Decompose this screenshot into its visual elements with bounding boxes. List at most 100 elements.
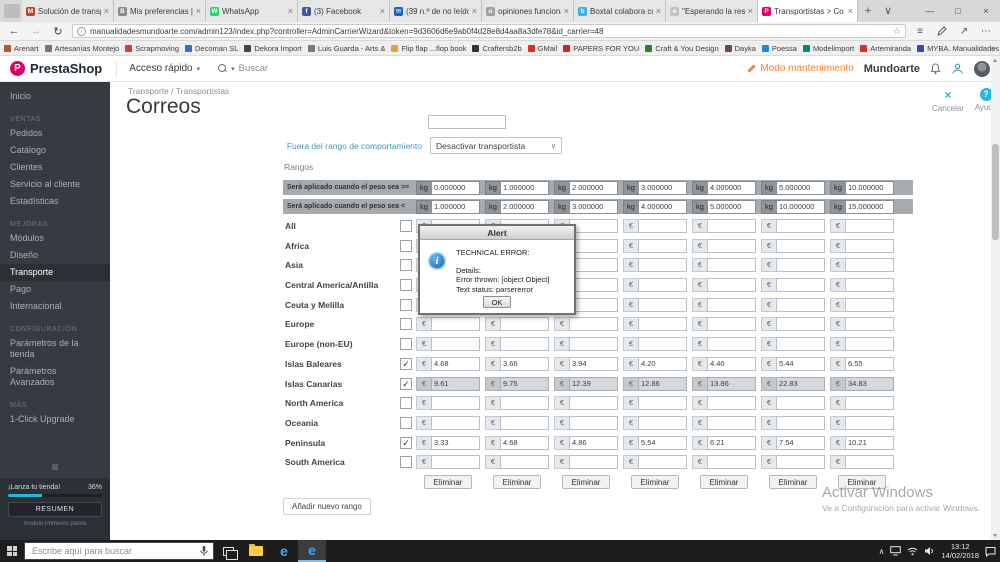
tab-close-icon[interactable]: × [196,6,201,16]
zone-checkbox[interactable] [400,298,412,311]
tab-close-icon[interactable]: × [848,6,853,16]
bookmark-item[interactable]: Poessa [761,44,797,53]
maximize-button[interactable]: □ [944,0,972,22]
zone-price-input[interactable] [500,337,549,352]
zone-checkbox[interactable]: ✓ [400,357,412,370]
zone-price-input[interactable] [845,396,894,411]
zone-checkbox[interactable] [400,259,412,272]
zone-price-input[interactable] [431,396,480,411]
taskbar-search-input[interactable] [25,546,200,556]
zone-price-input[interactable] [707,356,756,371]
range-weight-input[interactable] [569,199,618,214]
site-info-icon[interactable]: i [77,26,86,36]
zone-price-input[interactable] [845,219,894,233]
bookmark-item[interactable]: Dayka [724,44,756,53]
range-weight-input[interactable] [776,199,825,214]
zone-price-input[interactable] [569,455,618,470]
sidebar-item-módulos[interactable]: Módulos [0,230,110,247]
zone-price-input[interactable] [707,376,756,391]
zone-price-input[interactable] [707,219,756,233]
back-button[interactable]: ← [6,25,22,37]
admin-search[interactable]: ▾ [218,63,359,74]
sidebar-collapse-icon[interactable]: ≡ [0,460,110,474]
bookmark-item[interactable]: Arenart [4,44,39,53]
tray-chevron-icon[interactable]: ∧ [879,547,885,556]
bookmark-item[interactable]: Scrapmoving [125,44,179,53]
bookmark-item[interactable]: Flip flap ...flop book [391,44,466,53]
sidebar-item-clientes[interactable]: Clientes [0,159,110,176]
clipped-form-input[interactable] [428,115,506,129]
zone-price-input[interactable] [569,317,618,332]
search-scope-caret-icon[interactable]: ▾ [231,65,235,73]
sidebar-item-parámetros-avanzados[interactable]: Parámetros Avanzados [0,363,110,391]
zone-price-input[interactable] [569,278,618,293]
zone-price-input[interactable] [569,258,618,273]
set-aside-tabs-icon[interactable] [4,4,20,18]
tab-close-icon[interactable]: × [288,6,293,16]
zone-price-input[interactable] [638,278,687,293]
zone-price-input[interactable] [776,297,825,312]
zone-price-input[interactable] [569,376,618,391]
zone-price-input[interactable] [569,435,618,450]
add-range-button[interactable]: Añadir nuevo rango [283,498,371,516]
zone-price-input[interactable] [707,258,756,273]
zone-price-input[interactable] [638,238,687,253]
zone-price-input[interactable] [776,238,825,253]
browser-tab[interactable]: bBoxtal colabora con Pre× [574,0,666,22]
delete-range-button[interactable]: Eliminar [493,475,541,490]
zone-price-input[interactable] [845,258,894,273]
sidebar-item-estadísticas[interactable]: Estadísticas [0,193,110,210]
zone-checkbox[interactable] [400,338,412,351]
zone-price-input[interactable] [500,376,549,391]
bookmark-item[interactable]: Luis Guarda - Arts & [307,44,385,53]
zone-price-input[interactable] [569,396,618,411]
bookmark-item[interactable]: MYBA. Manualidades [917,44,999,53]
range-weight-input[interactable] [431,180,480,195]
zone-price-input[interactable] [776,317,825,332]
zone-price-input[interactable] [638,396,687,411]
range-weight-input[interactable] [845,180,894,195]
url-input[interactable] [90,26,889,36]
delete-range-button[interactable]: Eliminar [562,475,610,490]
zone-price-input[interactable] [638,219,687,233]
monitor-icon[interactable] [890,546,902,556]
range-weight-input[interactable] [707,180,756,195]
zone-price-input[interactable] [431,435,480,450]
avatar[interactable] [974,60,990,77]
range-weight-input[interactable] [569,180,618,195]
tab-close-icon[interactable]: × [380,6,385,16]
bookmark-item[interactable]: Craft & You Design [645,44,719,53]
notifications-bell-icon[interactable] [930,62,941,75]
zone-price-input[interactable] [500,435,549,450]
zone-price-input[interactable] [638,297,687,312]
taskbar-clock[interactable]: 13:12 14/02/2018 [941,542,979,560]
out-of-range-select[interactable]: Desactivar transportista ∨ [430,137,562,154]
share-icon[interactable]: ↗ [956,26,972,37]
tab-close-icon[interactable]: × [104,6,109,16]
zone-price-input[interactable] [845,337,894,352]
sidebar-item-pedidos[interactable]: Pedidos [0,125,110,142]
minimize-button[interactable]: — [916,0,944,22]
sidebar-item-parámetros-de-la-tienda[interactable]: Parámetros de la tienda [0,335,110,363]
zone-price-input[interactable] [431,415,480,430]
zone-price-input[interactable] [638,337,687,352]
bookmark-item[interactable]: Craftersb2b [472,44,522,53]
delete-range-button[interactable]: Eliminar [424,475,472,490]
zone-price-input[interactable] [845,415,894,430]
sidebar-item-servicio-al-cliente[interactable]: Servicio al cliente [0,176,110,193]
delete-range-button[interactable]: Eliminar [631,475,679,490]
delete-range-button[interactable]: Eliminar [700,475,748,490]
zone-price-input[interactable] [707,278,756,293]
zone-price-input[interactable] [500,396,549,411]
range-weight-input[interactable] [707,199,756,214]
zone-price-input[interactable] [638,317,687,332]
zone-price-input[interactable] [776,396,825,411]
maintenance-mode-link[interactable]: Modo mantenimiento [747,63,854,74]
range-weight-input[interactable] [431,199,480,214]
bookmark-item[interactable]: Decoman SL [185,44,238,53]
forward-button[interactable]: → [28,25,44,37]
zone-price-input[interactable] [845,455,894,470]
action-center-icon[interactable] [985,546,996,557]
favorite-star-icon[interactable]: ☆ [893,26,901,37]
browser-tab[interactable]: MSolución de transporte I× [22,0,114,22]
